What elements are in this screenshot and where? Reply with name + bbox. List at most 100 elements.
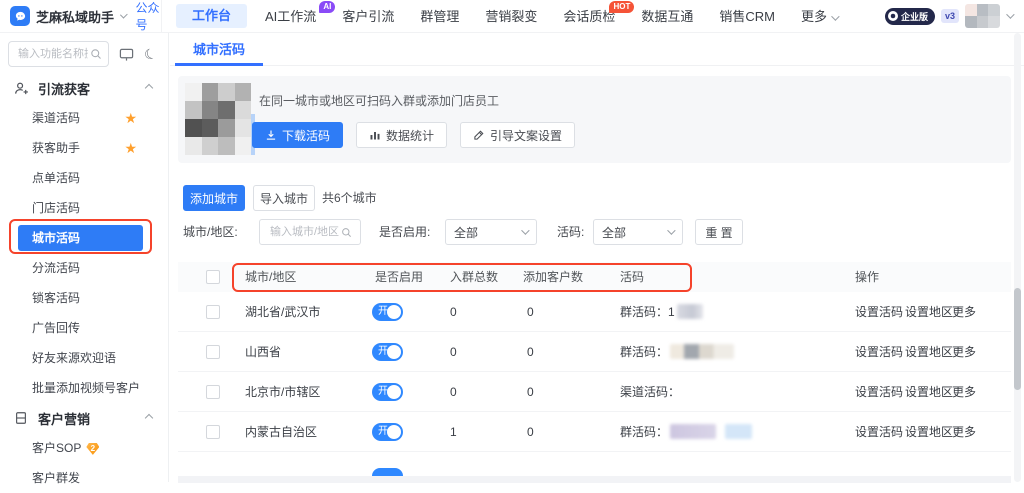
sidebar-item-customer-broadcast[interactable]: 客户群发	[0, 463, 168, 493]
enabled-filter-select[interactable]: 全部	[445, 219, 537, 245]
sidebar-menu: 引流获客 渠道活码★ 获客助手★ 点单活码 门店活码 城市活码 分流活码 锁客活…	[0, 73, 168, 493]
main-content: 城市活码 在同一城市或地区可扫码入群或添加门店员工 下载活码 数据统计 引导文案…	[170, 33, 1024, 482]
reset-button[interactable]: 重 置	[695, 219, 743, 245]
set-region-link[interactable]: 设置地区	[905, 372, 953, 412]
sidebar-item-acquisition-assistant[interactable]: 获客助手★	[0, 133, 168, 163]
table-row: 湖北省/武汉市 开 0 0 群活码：1 设置活码 设置地区 更多	[178, 292, 1011, 332]
row-checkbox[interactable]	[206, 305, 220, 319]
set-code-link[interactable]: 设置活码	[855, 292, 903, 332]
enable-toggle[interactable]: 开	[372, 303, 403, 321]
guide-copy-settings-button[interactable]: 引导文案设置	[460, 122, 575, 148]
sidebar-item-city-qrcode[interactable]: 城市活码	[18, 225, 143, 251]
cell-customer-added: 0	[527, 412, 534, 452]
page-tab-city-qrcode[interactable]: 城市活码	[175, 33, 263, 66]
more-link[interactable]: 更多	[952, 332, 976, 372]
tab-marketing-fission[interactable]: 营销裂变	[472, 0, 550, 33]
add-city-button[interactable]: 添加城市	[183, 185, 245, 211]
sidebar-item-ad-callback[interactable]: 广告回传	[0, 313, 168, 343]
panel-icon[interactable]	[119, 47, 134, 62]
tab-ai-workflow[interactable]: AI工作流AI	[252, 0, 329, 33]
toggle-knob	[387, 305, 401, 319]
edit-icon	[473, 129, 485, 141]
sidebar-group-customer-marketing[interactable]: 客户营销	[0, 403, 168, 433]
data-statistics-button[interactable]: 数据统计	[356, 122, 447, 148]
tab-workbench[interactable]: 工作台	[176, 4, 247, 28]
user-plus-icon	[14, 81, 30, 96]
star-icon[interactable]: ★	[124, 103, 137, 133]
official-account-link[interactable]: 公众号	[136, 0, 161, 33]
gem-badge: 2	[86, 443, 99, 455]
enable-toggle[interactable]: 开	[372, 383, 403, 401]
sidebar-item-friend-source-welcome[interactable]: 好友来源欢迎语	[0, 343, 168, 373]
collapse-chevron-up-icon[interactable]	[145, 84, 153, 92]
scrollbar-thumb[interactable]	[1014, 288, 1021, 390]
set-region-link[interactable]: 设置地区	[905, 332, 953, 372]
code-filter-label: 活码:	[557, 219, 584, 245]
page-tabstrip: 城市活码	[170, 33, 1024, 66]
download-icon	[265, 129, 277, 141]
toggle-knob	[387, 425, 401, 439]
cell-join-total: 0	[450, 372, 457, 412]
city-filter-input[interactable]	[259, 219, 361, 245]
scrollbar-track[interactable]	[1014, 33, 1021, 482]
table-row: 内蒙古自治区 开 1 0 群活码： 设置活码 设置地区 更多	[178, 412, 1011, 452]
tab-customer-acquisition[interactable]: 客户引流	[329, 0, 407, 33]
sidebar-item-lock-customer-qrcode[interactable]: 锁客活码	[0, 283, 168, 313]
row-checkbox[interactable]	[206, 345, 220, 359]
toggle-knob	[387, 345, 401, 359]
table-row: 北京市/市辖区 开 0 0 渠道活码： 设置活码 设置地区 更多	[178, 372, 1011, 412]
set-code-link[interactable]: 设置活码	[855, 412, 903, 452]
tab-more[interactable]: 更多	[788, 0, 850, 33]
brand-chevron-down-icon[interactable]	[120, 11, 127, 18]
select-chevron-down-icon	[667, 226, 675, 234]
col-customer-added: 添加客户数	[523, 262, 583, 292]
account-chevron-down-icon[interactable]	[1006, 10, 1014, 18]
set-region-link[interactable]: 设置地区	[905, 292, 953, 332]
tab-sales-crm[interactable]: 销售CRM	[706, 0, 788, 33]
cell-code: 群活码：	[620, 412, 752, 452]
sidebar-item-store-qrcode[interactable]: 门店活码	[0, 193, 168, 223]
col-join-total: 入群总数	[450, 262, 498, 292]
intro-banner: 在同一城市或地区可扫码入群或添加门店员工 下载活码 数据统计 引导文案设置	[178, 76, 1011, 163]
sidebar: ☾ 引流获客 渠道活码★ 获客助手★ 点单活码 门店活码 城市活码 分流活码 锁…	[0, 33, 169, 482]
bar-chart-icon	[369, 129, 381, 141]
city-search-input[interactable]	[268, 225, 341, 239]
set-code-link[interactable]: 设置活码	[855, 332, 903, 372]
select-all-checkbox[interactable]	[206, 270, 220, 284]
sidebar-item-order-qrcode[interactable]: 点单活码	[0, 163, 168, 193]
sidebar-group-acquisition[interactable]: 引流获客	[0, 73, 168, 103]
download-qrcode-button[interactable]: 下载活码	[252, 122, 343, 148]
col-enabled: 是否启用	[375, 262, 423, 292]
col-code: 活码	[620, 262, 644, 292]
top-navigation-bar: 芝麻私域助手 公众号 工作台 AI工作流AI 客户引流 群管理 营销裂变 会话质…	[0, 0, 1024, 33]
row-checkbox[interactable]	[206, 385, 220, 399]
tab-session-quality[interactable]: 会话质检HOT	[550, 0, 628, 33]
edition-badge: 企业版	[885, 8, 935, 25]
row-checkbox[interactable]	[206, 425, 220, 439]
version-badge: v3	[941, 9, 959, 23]
sidebar-item-split-qrcode[interactable]: 分流活码	[0, 253, 168, 283]
sidebar-search-input[interactable]	[8, 41, 109, 67]
tab-data-exchange[interactable]: 数据互通	[628, 0, 706, 33]
top-tabs: 工作台 AI工作流AI 客户引流 群管理 营销裂变 会话质检HOT 数据互通 销…	[162, 0, 885, 32]
cell-city: 山西省	[245, 332, 281, 372]
toggle-knob	[387, 385, 401, 399]
collapse-chevron-up-icon[interactable]	[145, 414, 153, 422]
search-input[interactable]	[16, 47, 90, 61]
sidebar-item-customer-sop[interactable]: 客户SOP2	[0, 433, 168, 463]
enable-toggle[interactable]: 开	[372, 343, 403, 361]
set-code-link[interactable]: 设置活码	[855, 372, 903, 412]
user-avatar[interactable]	[965, 4, 1000, 28]
sidebar-item-batch-add-video-customers[interactable]: 批量添加视频号客户	[0, 373, 168, 403]
set-region-link[interactable]: 设置地区	[905, 412, 953, 452]
star-icon[interactable]: ★	[124, 133, 137, 163]
tab-group-management[interactable]: 群管理	[407, 0, 472, 33]
more-link[interactable]: 更多	[952, 372, 976, 412]
code-filter-select[interactable]: 全部	[593, 219, 683, 245]
more-link[interactable]: 更多	[952, 292, 976, 332]
enable-toggle[interactable]: 开	[372, 423, 403, 441]
more-link[interactable]: 更多	[952, 412, 976, 452]
sidebar-item-channel-qrcode[interactable]: 渠道活码★	[0, 103, 168, 133]
moon-icon[interactable]: ☾	[142, 45, 159, 62]
import-city-button[interactable]: 导入城市	[253, 185, 315, 211]
